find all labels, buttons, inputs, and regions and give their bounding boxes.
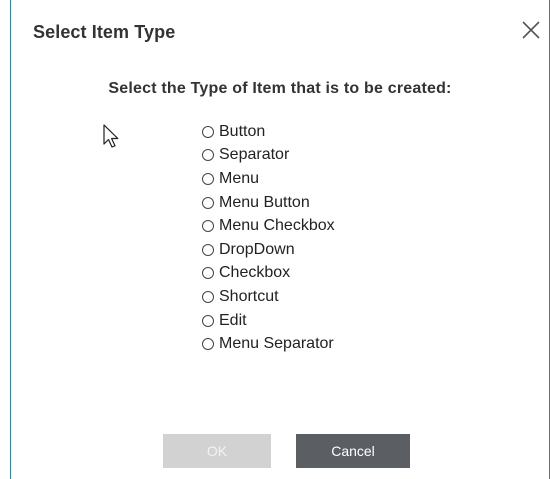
item-type-radio-group: Button Separator Menu Menu Button Menu C… <box>202 120 335 356</box>
radio-option-edit[interactable]: Edit <box>202 309 335 333</box>
radio-option-shortcut[interactable]: Shortcut <box>202 285 335 309</box>
radio-option-menu-checkbox[interactable]: Menu Checkbox <box>202 214 335 238</box>
instruction-text: Select the Type of Item that is to be cr… <box>108 80 452 97</box>
radio-label: Separator <box>219 146 290 164</box>
radio-label: Checkbox <box>219 264 291 282</box>
radio-option-dropdown[interactable]: DropDown <box>202 238 335 262</box>
radio-label: Menu Separator <box>219 335 334 353</box>
radio-button-icon[interactable] <box>202 243 214 256</box>
radio-label: Menu Button <box>219 193 310 211</box>
radio-button-icon[interactable] <box>202 220 214 233</box>
ok-button[interactable]: OK <box>163 434 271 468</box>
radio-button-icon[interactable] <box>202 290 214 303</box>
radio-label: Edit <box>219 311 247 329</box>
radio-label: Shortcut <box>219 287 279 305</box>
radio-option-button[interactable]: Button <box>202 120 335 144</box>
radio-button-icon[interactable] <box>202 172 214 185</box>
radio-option-checkbox[interactable]: Checkbox <box>202 262 335 286</box>
dialog-title: Select Item Type <box>33 22 176 42</box>
close-icon <box>522 21 540 39</box>
radio-option-menu-button[interactable]: Menu Button <box>202 191 335 215</box>
select-item-type-dialog: Select Item Type Select the Type of Item… <box>10 0 550 479</box>
radio-label: Menu <box>219 169 260 187</box>
close-button[interactable] <box>519 18 543 42</box>
radio-label: Button <box>219 122 266 140</box>
radio-button-icon[interactable] <box>202 149 214 162</box>
mouse-pointer-icon <box>103 124 119 148</box>
radio-label: Menu Checkbox <box>219 217 335 235</box>
radio-option-menu-separator[interactable]: Menu Separator <box>202 332 335 356</box>
radio-option-separator[interactable]: Separator <box>202 144 335 168</box>
radio-button-icon[interactable] <box>202 196 214 209</box>
radio-button-icon[interactable] <box>202 267 214 280</box>
radio-button-icon[interactable] <box>202 125 214 138</box>
radio-button-icon[interactable] <box>202 314 214 327</box>
cancel-button[interactable]: Cancel <box>296 434 410 468</box>
radio-button-icon[interactable] <box>202 338 214 351</box>
radio-option-menu[interactable]: Menu <box>202 167 335 191</box>
radio-label: DropDown <box>219 240 295 258</box>
